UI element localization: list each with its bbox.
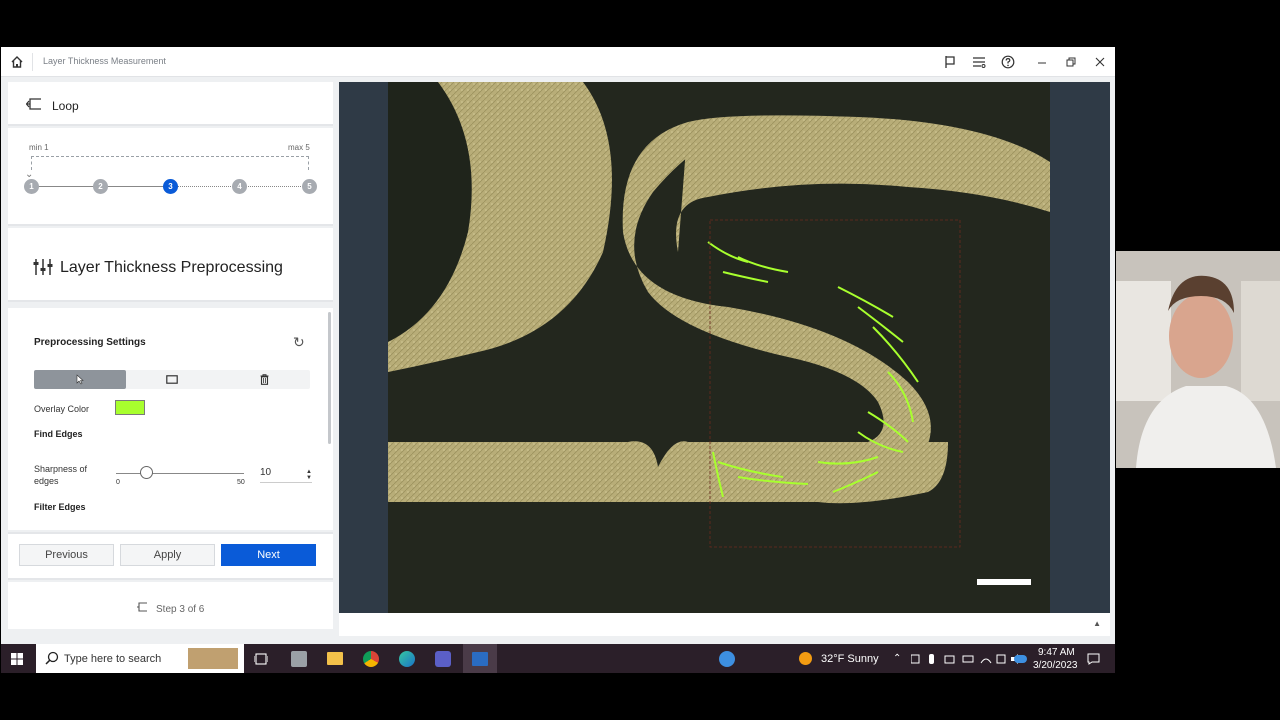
weather-sun-icon <box>799 644 812 673</box>
search-placeholder: Type here to search <box>64 652 162 665</box>
previous-button[interactable]: Previous <box>19 544 114 566</box>
settings-scrollbar[interactable] <box>328 312 331 444</box>
navigation-buttons: Previous Apply Next <box>8 532 333 580</box>
loop-header: Loop <box>8 82 333 126</box>
sharpness-stepper[interactable]: 10 ▲ ▼ <box>260 467 312 483</box>
step-3[interactable]: 3 <box>163 179 178 194</box>
image-viewer <box>339 82 1110 613</box>
search-icon <box>45 651 59 665</box>
step-4[interactable]: 4 <box>232 179 247 194</box>
pointer-icon <box>76 374 84 385</box>
tray-icons[interactable] <box>911 644 1021 673</box>
next-button[interactable]: Next <box>221 544 316 566</box>
delete-tool[interactable] <box>218 370 310 389</box>
pointer-tool[interactable] <box>34 370 126 389</box>
taskbar-search[interactable]: Type here to search <box>36 644 244 673</box>
reset-icon[interactable]: ↻ <box>293 334 305 351</box>
preprocessing-settings: Preprocessing Settings ↻ Overlay Color F… <box>8 308 333 530</box>
loop-label: Loop <box>52 99 79 113</box>
chevron-up-icon[interactable]: ▲ <box>1093 619 1101 628</box>
sharpness-value: 10 <box>260 467 272 478</box>
filter-edges-label: Filter Edges <box>34 502 86 512</box>
app-icon-1[interactable] <box>291 644 307 673</box>
edge-icon[interactable] <box>399 644 415 673</box>
rectangle-icon <box>166 375 178 384</box>
app-window: Layer Thickness Measurement Loop min 1 m… <box>1 47 1115 644</box>
apply-button[interactable]: Apply <box>120 544 215 566</box>
close-icon[interactable] <box>1092 54 1108 70</box>
overlay-color-label: Overlay Color <box>34 404 90 414</box>
clock-date[interactable]: 3/20/2023 <box>1033 660 1078 671</box>
weather-text[interactable]: 32°F Sunny <box>821 653 879 665</box>
restore-icon[interactable] <box>1063 54 1079 70</box>
step-info-label: Step 3 of 6 <box>156 604 205 615</box>
max-label: max 5 <box>288 143 310 152</box>
file-explorer-icon[interactable] <box>327 644 343 673</box>
sliders-icon <box>33 259 53 275</box>
section-header: Layer Thickness Preprocessing <box>8 228 333 302</box>
loop-icon <box>26 98 41 110</box>
sharpness-min: 0 <box>116 479 120 486</box>
loop-stepper: min 1 max 5 ⌄ 1 2 3 4 5 <box>8 128 333 226</box>
windows-start-icon[interactable] <box>11 644 23 673</box>
webcam-overlay <box>1116 251 1280 468</box>
sharpness-slider-track[interactable] <box>116 473 244 474</box>
onedrive-icon[interactable] <box>1014 644 1027 673</box>
zen-app-icon[interactable] <box>463 644 497 673</box>
microscope-image[interactable] <box>388 82 1050 613</box>
step-2[interactable]: 2 <box>93 179 108 194</box>
title-bar: Layer Thickness Measurement <box>1 47 1115 77</box>
viewer-status-bar: ▲ <box>339 613 1110 636</box>
window-title: Layer Thickness Measurement <box>43 56 166 66</box>
title-separator <box>32 53 33 71</box>
task-view-icon[interactable] <box>254 644 268 673</box>
sharpness-label: Sharpness of edges <box>34 464 88 486</box>
step-5[interactable]: 5 <box>302 179 317 194</box>
find-edges-label: Find Edges <box>34 429 83 439</box>
rectangle-tool[interactable] <box>126 370 218 389</box>
loop-icon <box>137 602 147 612</box>
settings-heading: Preprocessing Settings <box>34 337 146 348</box>
help-app-icon[interactable] <box>719 644 735 673</box>
chrome-icon[interactable] <box>363 644 379 673</box>
section-title: Layer Thickness Preprocessing <box>60 259 283 276</box>
step-1[interactable]: 1 <box>24 179 39 194</box>
flag-icon[interactable] <box>942 54 958 70</box>
drawing-toolbar <box>34 370 310 389</box>
minimize-icon[interactable] <box>1034 54 1050 70</box>
teams-icon[interactable] <box>435 644 451 673</box>
list-settings-icon[interactable] <box>971 54 987 70</box>
min-label: min 1 <box>29 143 49 152</box>
help-icon[interactable] <box>1000 54 1016 70</box>
stepper-arrows-icon[interactable]: ▲ ▼ <box>306 469 312 481</box>
sharpness-slider-thumb[interactable] <box>140 466 153 479</box>
trash-icon <box>260 374 268 385</box>
overlay-color-swatch[interactable] <box>115 400 145 415</box>
taskbar: Type here to search 32°F Sunny ⌃ 9:47 AM… <box>1 644 1115 673</box>
search-highlight-image <box>188 648 238 669</box>
loop-range-bracket <box>31 156 309 170</box>
tray-chevron-up-icon[interactable]: ⌃ <box>893 644 901 673</box>
step-info: Step 3 of 6 <box>8 582 333 629</box>
notifications-icon[interactable] <box>1087 644 1100 673</box>
clock-time[interactable]: 9:47 AM <box>1038 647 1075 658</box>
screen: Layer Thickness Measurement Loop min 1 m… <box>0 0 1280 720</box>
sharpness-max: 50 <box>237 479 245 486</box>
home-icon[interactable] <box>9 54 25 70</box>
